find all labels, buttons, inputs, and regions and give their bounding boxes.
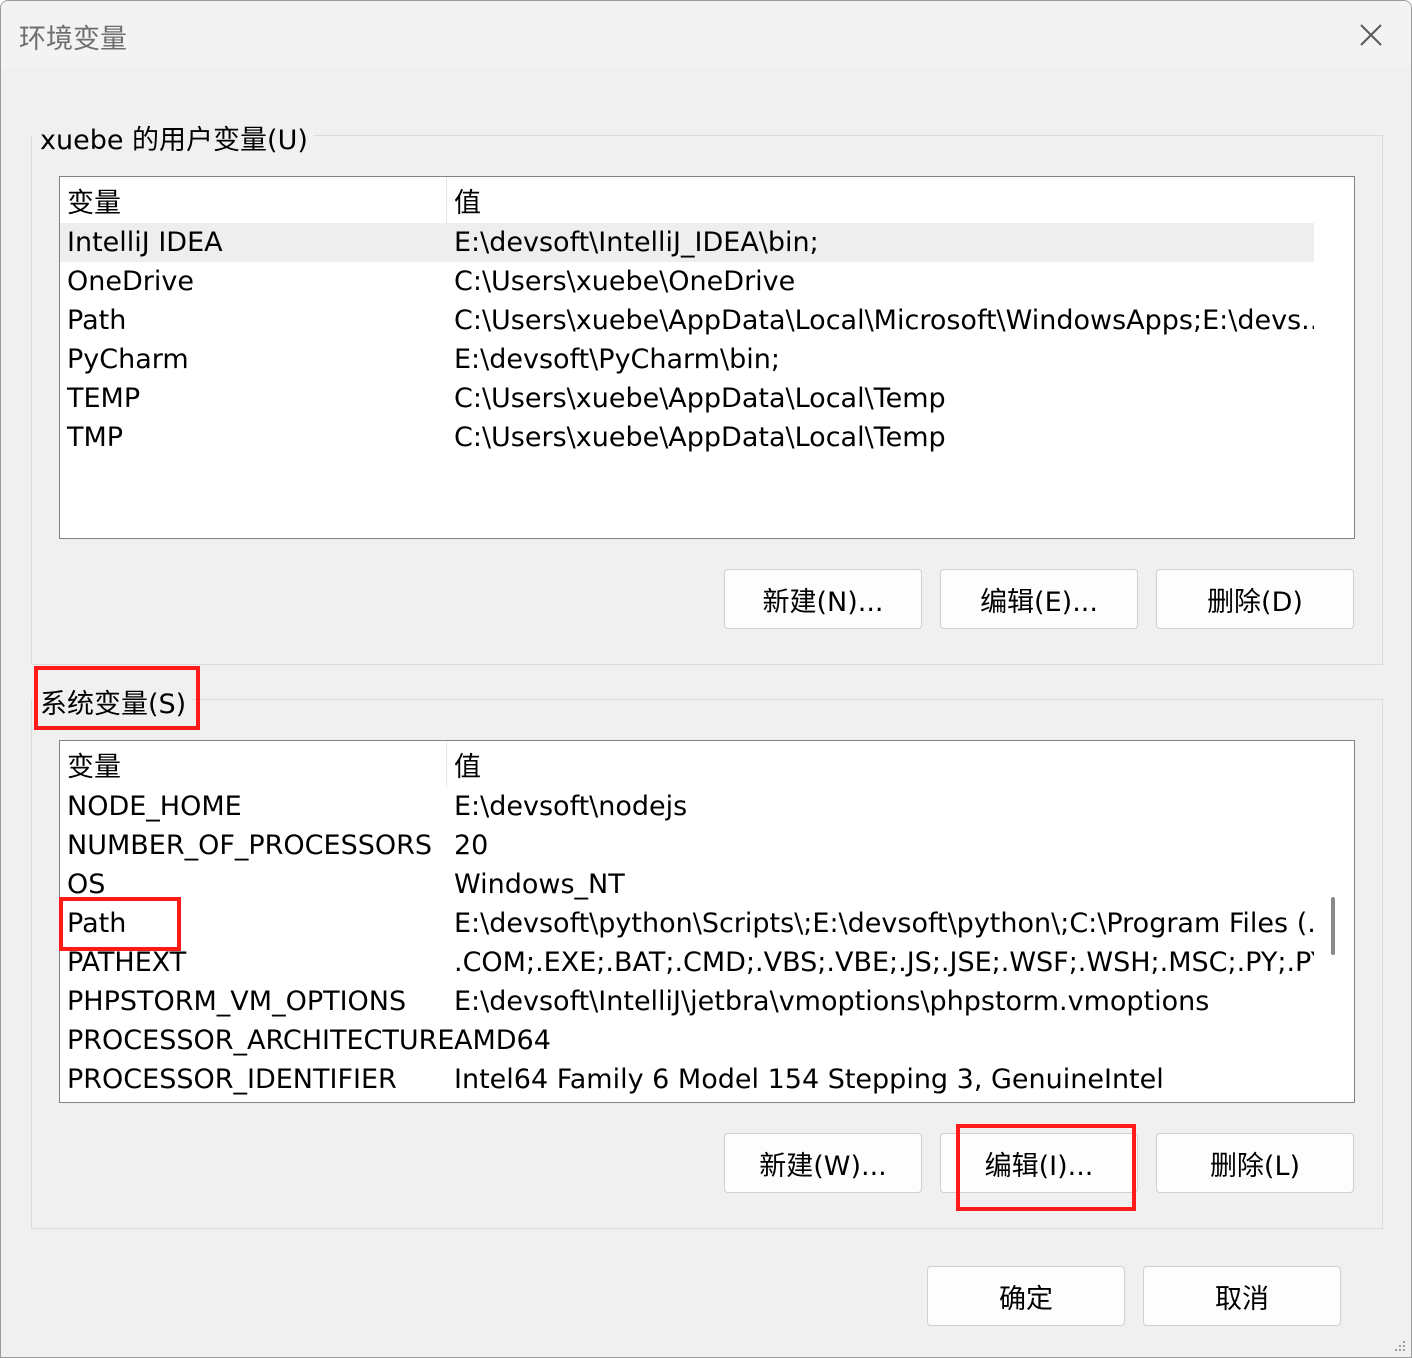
variable-name: OS — [67, 869, 106, 900]
column-divider[interactable] — [446, 177, 447, 223]
variable-value: C:\Users\xuebe\OneDrive — [454, 266, 796, 297]
title-bar: 环境变量 — [1, 1, 1411, 67]
user-variables-group: xuebe 的用户变量(U) 变量 值 IntelliJ IDEA E:\devs… — [31, 118, 1383, 665]
table-row[interactable]: Path C:\Users\xuebe\AppData\Local\Microso… — [60, 301, 1314, 340]
header-variable[interactable]: 变量 — [67, 181, 121, 220]
user-new-button[interactable]: 新建(N)... — [724, 569, 922, 629]
variable-name: OneDrive — [67, 266, 194, 297]
environment-variables-dialog: 环境变量 xuebe 的用户变量(U) 变量 值 IntelliJ IDEA E:… — [0, 0, 1412, 1358]
table-row[interactable]: PROCESSOR_IDENTIFIER Intel64 Family 6 Mod… — [60, 1060, 1314, 1099]
variable-value: E:\devsoft\IntelliJ\jetbra\vmoptions\php… — [454, 986, 1210, 1017]
window-title: 环境变量 — [19, 24, 127, 55]
table-row[interactable]: NUMBER_OF_PROCESSORS 20 — [60, 826, 1314, 865]
cancel-button[interactable]: 取消 — [1143, 1266, 1341, 1326]
system-edit-button[interactable]: 编辑(I)... — [940, 1133, 1138, 1193]
variable-value: E:\devsoft\IntelliJ_IDEA\bin; — [454, 227, 819, 258]
header-variable[interactable]: 变量 — [67, 745, 121, 784]
system-delete-button[interactable]: 删除(L) — [1156, 1133, 1354, 1193]
variable-value: Intel64 Family 6 Model 154 Stepping 3, G… — [454, 1064, 1164, 1095]
table-row[interactable]: OneDrive C:\Users\xuebe\OneDrive — [60, 262, 1314, 301]
system-variables-label: 系统变量(S) — [32, 682, 193, 721]
variable-name: Path — [67, 908, 127, 939]
variable-name: PROCESSOR_IDENTIFIER — [67, 1064, 397, 1095]
variable-value: C:\Users\xuebe\AppData\Local\Temp — [454, 422, 946, 453]
variable-name: IntelliJ IDEA — [67, 227, 223, 258]
system-variables-group: 系统变量(S) 变量 值 NODE_HOME E:\devsoft\nodejs N… — [31, 682, 1383, 1229]
table-row[interactable]: IntelliJ IDEA E:\devsoft\IntelliJ_IDEA\bi… — [60, 223, 1314, 262]
table-row[interactable]: TEMP C:\Users\xuebe\AppData\Local\Temp — [60, 379, 1314, 418]
system-new-button[interactable]: 新建(W)... — [724, 1133, 922, 1193]
variable-name: Path — [67, 305, 127, 336]
table-row[interactable]: Path E:\devsoft\python\Scripts\;E:\devsof… — [60, 904, 1314, 943]
variable-value: E:\devsoft\nodejs — [454, 791, 688, 822]
variable-value: 20 — [454, 830, 489, 861]
user-edit-button[interactable]: 编辑(E)... — [940, 569, 1138, 629]
variable-value: Windows_NT — [454, 869, 625, 900]
table-row[interactable]: PROCESSOR_ARCHITECTURE AMD64 — [60, 1021, 1314, 1060]
dialog-body: xuebe 的用户变量(U) 变量 值 IntelliJ IDEA E:\devs… — [1, 67, 1411, 1357]
ok-button[interactable]: 确定 — [927, 1266, 1125, 1326]
user-variables-list[interactable]: 变量 值 IntelliJ IDEA E:\devsoft\IntelliJ_ID… — [59, 176, 1355, 539]
variable-value: C:\Users\xuebe\AppData\Local\Temp — [454, 383, 946, 414]
table-row[interactable]: NODE_HOME E:\devsoft\nodejs — [60, 787, 1314, 826]
list-header: 变量 值 — [60, 741, 1314, 787]
header-value[interactable]: 值 — [454, 745, 1314, 784]
table-row[interactable]: TMP C:\Users\xuebe\AppData\Local\Temp — [60, 418, 1314, 457]
variable-value: AMD64 — [454, 1025, 551, 1056]
user-variables-label: xuebe 的用户变量(U) — [32, 118, 314, 157]
variable-value: .COM;.EXE;.BAT;.CMD;.VBS;.VBE;.JS;.JSE;.… — [454, 947, 1314, 978]
table-row[interactable]: OS Windows_NT — [60, 865, 1314, 904]
variable-name: PATHEXT — [67, 947, 187, 978]
variable-value: E:\devsoft\PyCharm\bin; — [454, 344, 780, 375]
list-header: 变量 值 — [60, 177, 1314, 223]
table-row[interactable]: PyCharm E:\devsoft\PyCharm\bin; — [60, 340, 1314, 379]
variable-name: PyCharm — [67, 344, 189, 375]
close-button[interactable] — [1349, 15, 1393, 55]
variable-name: TEMP — [67, 383, 141, 414]
variable-name: PROCESSOR_ARCHITECTURE — [67, 1025, 455, 1056]
scrollbar-thumb[interactable] — [1331, 897, 1335, 955]
user-delete-button[interactable]: 删除(D) — [1156, 569, 1354, 629]
header-value[interactable]: 值 — [454, 181, 1314, 220]
table-row[interactable]: PHPSTORM_VM_OPTIONS E:\devsoft\IntelliJ\j… — [60, 982, 1314, 1021]
close-icon — [1360, 24, 1382, 46]
vertical-scrollbar[interactable] — [1316, 741, 1354, 1102]
resize-grip-icon[interactable] — [1389, 1335, 1407, 1353]
table-row[interactable]: PATHEXT .COM;.EXE;.BAT;.CMD;.VBS;.VBE;.JS… — [60, 943, 1314, 982]
variable-value: C:\Users\xuebe\AppData\Local\Microsoft\W… — [454, 305, 1314, 336]
column-divider[interactable] — [446, 741, 447, 787]
variable-value: E:\devsoft\python\Scripts\;E:\devsoft\py… — [454, 908, 1314, 939]
system-variables-list[interactable]: 变量 值 NODE_HOME E:\devsoft\nodejs NUMBER_OF… — [59, 740, 1355, 1103]
variable-name: NODE_HOME — [67, 791, 242, 822]
variable-name: PHPSTORM_VM_OPTIONS — [67, 986, 407, 1017]
variable-name: TMP — [67, 422, 124, 453]
variable-name: NUMBER_OF_PROCESSORS — [67, 830, 433, 861]
